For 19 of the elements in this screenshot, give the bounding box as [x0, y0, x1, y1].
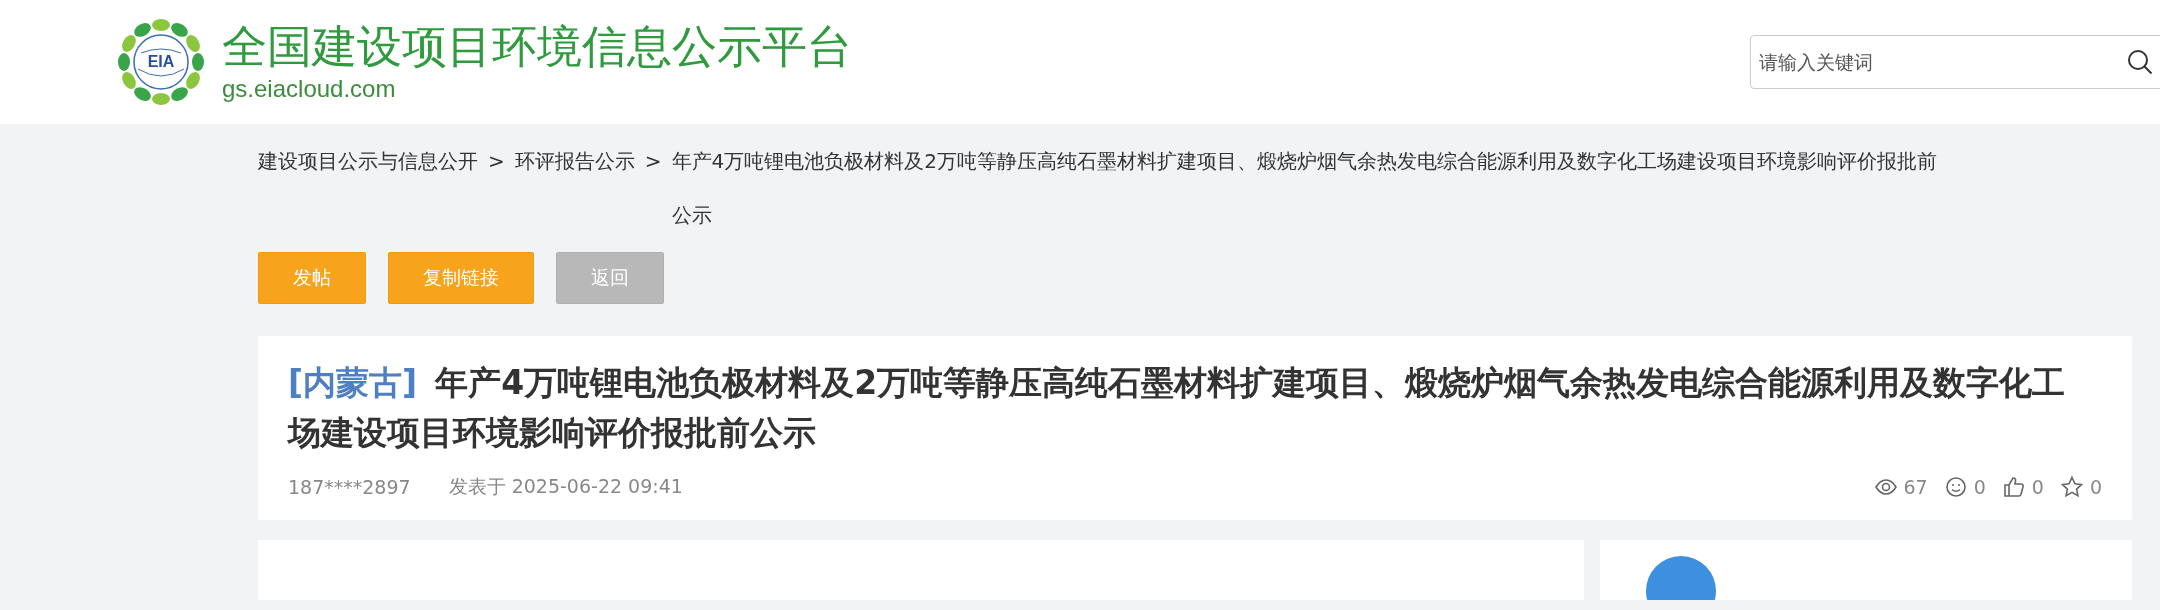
stat-count: 0 [1973, 476, 1986, 498]
breadcrumb-separator: > [644, 148, 662, 175]
site-domain: gs.eiacloud.com [222, 74, 397, 104]
breadcrumb-separator: > [488, 148, 505, 175]
search-field[interactable]: 请输入关键词 [1750, 35, 2160, 89]
breadcrumb-link[interactable]: 环评报告公示 [514, 134, 635, 188]
stat-count: 0 [2031, 476, 2044, 498]
thumbs-up-icon [2001, 475, 2026, 499]
smiley-icon [1943, 475, 1968, 499]
post-title: [内蒙古] 年产4万吨锂电池负极材料及2万吨等静压高纯石墨材料扩建项目、煅烧炉烟气余热发电综合能源利用及数字化工场建设项目环境影响评价报批前公示 [288, 362, 2067, 454]
site-title: 全国建设项目环境信息公示平台 [222, 20, 852, 74]
star-icon [2059, 475, 2084, 499]
post-author: 187****2897 [288, 476, 411, 498]
breadcrumb-link[interactable]: 建设项目公示与信息公开 [258, 134, 478, 188]
stat-count: 67 [1903, 476, 1928, 498]
search-icon[interactable] [2126, 48, 2154, 76]
stat-count: 0 [2089, 476, 2102, 498]
post-date: 发表于 2025-06-22 09:41 [448, 474, 683, 499]
breadcrumb-link[interactable]: 年产4万吨锂电池负极材料及2万吨等静压高纯石墨材料扩建项目、煅烧炉烟气余热发电综合能源利用及数字化工场建设项目环境影响评价报批前公示 [671, 134, 1948, 242]
